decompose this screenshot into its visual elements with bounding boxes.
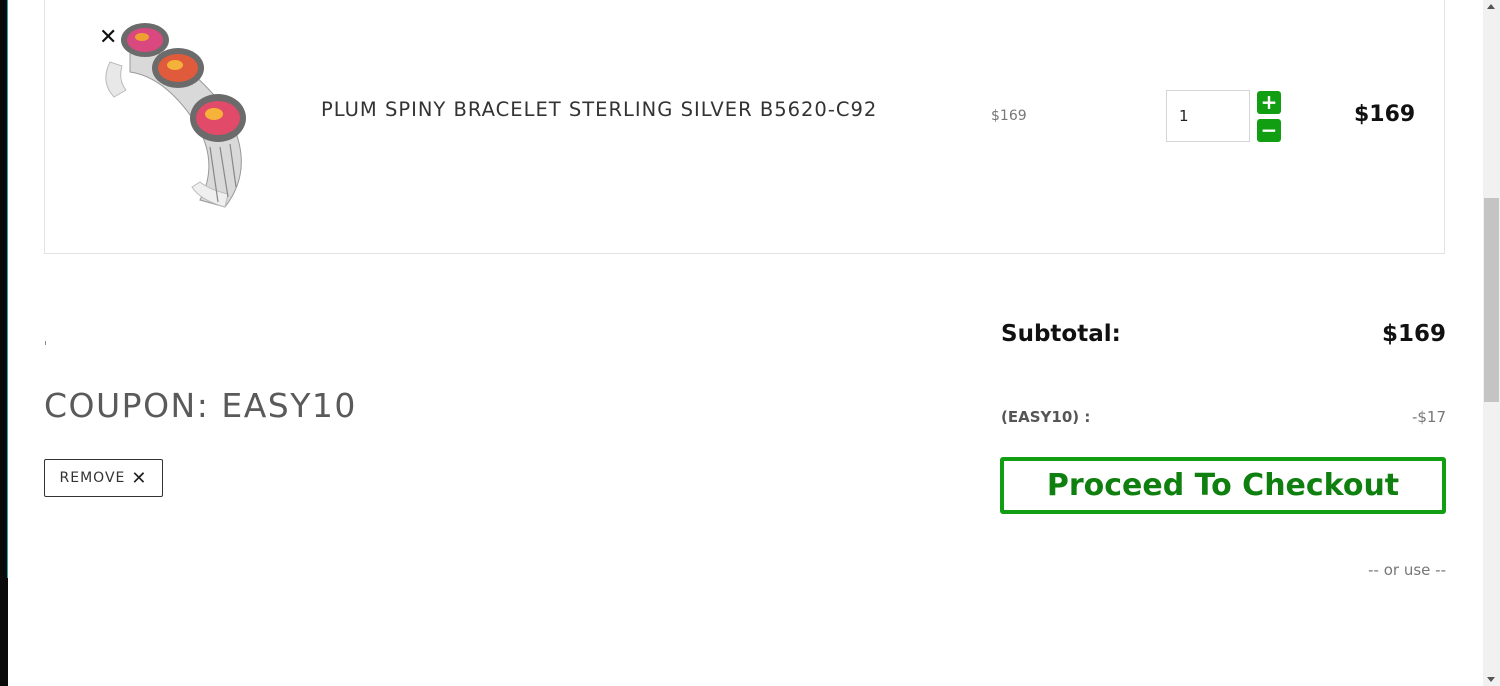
increase-quantity-button[interactable]: + — [1257, 91, 1281, 114]
discount-value: -$17 — [1411, 408, 1446, 426]
decrease-quantity-button[interactable]: − — [1257, 119, 1281, 142]
discount-label: (EASY10) : — [1001, 408, 1091, 426]
product-name[interactable]: PLUM SPINY BRACELET STERLING SILVER B562… — [321, 98, 877, 121]
remove-coupon-label: REMOVE — [59, 470, 126, 486]
scroll-up-icon[interactable] — [1487, 4, 1495, 9]
window-edge — [0, 0, 8, 686]
coupon-title: COUPON: EASY10 — [44, 386, 357, 425]
close-icon: ✕ — [131, 467, 148, 489]
or-use-text: -- or use -- — [1368, 561, 1446, 579]
line-total: $169 — [1354, 102, 1416, 127]
product-image[interactable] — [100, 22, 260, 212]
quantity-input[interactable] — [1166, 90, 1250, 142]
remove-coupon-button[interactable]: REMOVE ✕ — [44, 459, 163, 497]
remove-item-icon[interactable]: ✕ — [99, 27, 117, 49]
subtotal-value: $169 — [1381, 321, 1446, 347]
vertical-scrollbar[interactable] — [1483, 0, 1500, 686]
unit-price: $169 — [991, 108, 1027, 124]
bracelet-image — [105, 23, 246, 208]
proceed-to-checkout-button[interactable]: Proceed To Checkout — [1000, 457, 1446, 514]
subtotal-label: Subtotal: — [1001, 321, 1121, 347]
scroll-down-icon[interactable] — [1487, 677, 1495, 682]
divider-mark — [45, 341, 46, 345]
scroll-thumb[interactable] — [1484, 198, 1499, 402]
